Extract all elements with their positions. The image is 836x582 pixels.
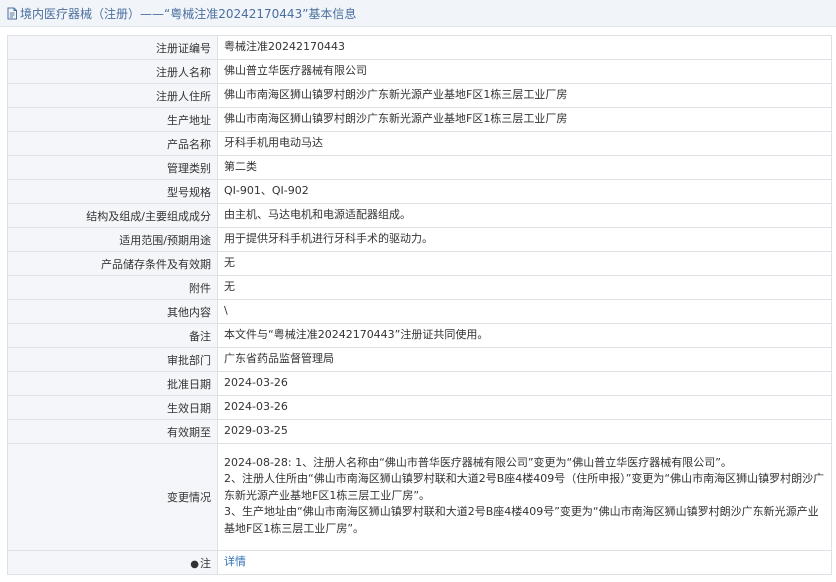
table-row: 其他内容 \: [7, 299, 832, 324]
row-value: 广东省药品监督管理局: [217, 347, 832, 372]
row-value: 本文件与“粤械注准20242170443”注册证共同使用。: [217, 323, 832, 348]
row-label: 备注: [7, 323, 218, 348]
changes-line: 3、生产地址由“佛山市南海区狮山镇罗村联和大道2号B座4楼409号”变更为“佛山…: [224, 505, 819, 535]
table-row: 注册人住所 佛山市南海区狮山镇罗村朗沙广东新光源产业基地F区1栋三层工业厂房: [7, 83, 832, 108]
row-label: 产品储存条件及有效期: [7, 251, 218, 276]
row-label: 型号规格: [7, 179, 218, 204]
table-row: 结构及组成/主要组成成分 由主机、马达电机和电源适配器组成。: [7, 203, 832, 228]
changes-text: 2024-08-28: 1、注册人名称由“佛山市普华医疗器械有限公司”变更为“佛…: [224, 455, 825, 538]
info-table-container: 注册证编号 粤械注准20242170443 注册人名称 佛山普立华医疗器械有限公司 注册…: [7, 35, 832, 575]
table-row: 附件无: [7, 275, 832, 300]
table-row: 备注 本文件与“粤械注准20242170443”注册证共同使用。: [7, 323, 832, 348]
row-value: 粤械注准20242170443: [217, 35, 832, 60]
row-label: 其他内容: [7, 299, 218, 324]
row-label: 注册人住所: [7, 83, 218, 108]
row-value: 2029-03-25: [217, 419, 832, 444]
table-row: 产品名称 牙科手机用电动马达: [7, 131, 832, 156]
table-row-changes: 变更情况 2024-08-28: 1、注册人名称由“佛山市普华医疗器械有限公司”…: [7, 443, 832, 551]
table-row: 批准日期 2024-03-26: [7, 371, 832, 396]
row-value: 佛山普立华医疗器械有限公司: [217, 59, 832, 84]
row-label: ●注: [7, 550, 218, 575]
changes-line: 2024-08-28: 1、注册人名称由“佛山市普华医疗器械有限公司”变更为“佛…: [224, 455, 732, 469]
row-value: \: [217, 299, 832, 324]
row-value: 详情: [217, 550, 832, 575]
row-value: 由主机、马达电机和电源适配器组成。: [217, 203, 832, 228]
document-icon: [6, 7, 18, 20]
details-link[interactable]: 详情: [224, 555, 246, 568]
row-label: 生效日期: [7, 395, 218, 420]
page-title: 境内医疗器械（注册）——“粤械注准20242170443”基本信息: [20, 6, 357, 21]
row-label: 注册证编号: [7, 35, 218, 60]
table-row: 有效期至 2029-03-25: [7, 419, 832, 444]
row-value: QI-901、QI-902: [217, 179, 832, 204]
changes-line: 2、注册人住所由“佛山市南海区狮山镇罗村联和大道2号B座4楼409号（住所申报）…: [224, 472, 825, 502]
table-row-footer: ●注 详情: [7, 550, 832, 575]
row-label: 审批部门: [7, 347, 218, 372]
table-row: 适用范围/预期用途 用于提供牙科手机进行牙科手术的驱动力。: [7, 227, 832, 252]
row-value: 牙科手机用电动马达: [217, 131, 832, 156]
row-value: 佛山市南海区狮山镇罗村朗沙广东新光源产业基地F区1栋三层工业厂房: [217, 83, 832, 108]
row-value: 无: [217, 275, 832, 300]
table-row: 注册证编号 粤械注准20242170443: [7, 35, 832, 60]
row-value: 第二类: [217, 155, 832, 180]
table-row: 审批部门 广东省药品监督管理局: [7, 347, 832, 372]
row-label: 注册人名称: [7, 59, 218, 84]
table-row: 型号规格 QI-901、QI-902: [7, 179, 832, 204]
pin-icon: ●: [190, 558, 199, 570]
row-label: 结构及组成/主要组成成分: [7, 203, 218, 228]
row-label: 附件: [7, 275, 218, 300]
row-label: 管理类别: [7, 155, 218, 180]
row-value: 无: [217, 251, 832, 276]
row-value: 2024-03-26: [217, 371, 832, 396]
table-row: 产品储存条件及有效期无: [7, 251, 832, 276]
row-label: 生产地址: [7, 107, 218, 132]
row-label: 产品名称: [7, 131, 218, 156]
changes-value: 2024-08-28: 1、注册人名称由“佛山市普华医疗器械有限公司”变更为“佛…: [217, 443, 832, 551]
row-label: 变更情况: [7, 443, 218, 551]
table-row: 生效日期 2024-03-26: [7, 395, 832, 420]
row-value: 佛山市南海区狮山镇罗村朗沙广东新光源产业基地F区1栋三层工业厂房: [217, 107, 832, 132]
row-value: 2024-03-26: [217, 395, 832, 420]
row-label: 有效期至: [7, 419, 218, 444]
table-row: 管理类别 第二类: [7, 155, 832, 180]
info-table: 注册证编号 粤械注准20242170443 注册人名称 佛山普立华医疗器械有限公司 注册…: [7, 35, 832, 575]
table-row: 生产地址 佛山市南海区狮山镇罗村朗沙广东新光源产业基地F区1栋三层工业厂房: [7, 107, 832, 132]
table-row: 注册人名称 佛山普立华医疗器械有限公司: [7, 59, 832, 84]
footer-label: 注: [200, 556, 211, 570]
page-title-bar: 境内医疗器械（注册）——“粤械注准20242170443”基本信息: [0, 0, 836, 27]
row-value: 用于提供牙科手机进行牙科手术的驱动力。: [217, 227, 832, 252]
row-label: 适用范围/预期用途: [7, 227, 218, 252]
row-label: 批准日期: [7, 371, 218, 396]
